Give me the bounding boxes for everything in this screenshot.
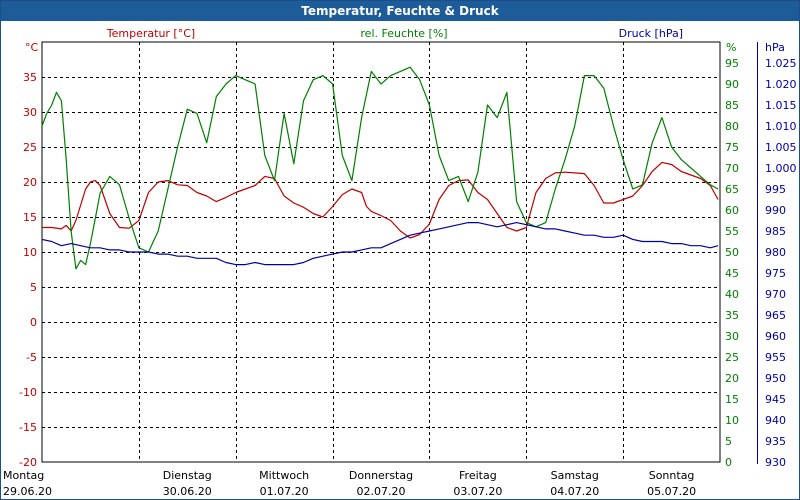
axis-left-temperature: -20 -15 -10 -5 0 5 10 15 20 25 30 35 [19, 71, 37, 469]
tick-label-pressure: 940 [765, 414, 786, 427]
axis-unit-temperature: °C [25, 41, 39, 54]
axis-unit-humidity: % [726, 41, 736, 54]
x-label-day: Dienstag [163, 469, 212, 482]
tick-label-pressure: 1.010 [765, 120, 797, 133]
tick-label-temperature: -5 [26, 351, 37, 364]
tick-label-humidity: 40 [725, 288, 739, 301]
tick-label-humidity: 30 [725, 330, 739, 343]
tick-label-humidity: 70 [725, 162, 739, 175]
tick-label-temperature: 30 [23, 106, 37, 119]
tick-label-humidity: 20 [725, 372, 739, 385]
tick-label-humidity: 65 [725, 183, 739, 196]
tick-label-humidity: 85 [725, 99, 739, 112]
tick-label-humidity: 95 [725, 57, 739, 70]
tick-label-pressure: 1.000 [765, 162, 797, 175]
x-label-date: 03.07.20 [453, 485, 502, 498]
tick-label-temperature: 25 [23, 141, 37, 154]
tick-label-temperature: 35 [23, 71, 37, 84]
tick-label-humidity: 55 [725, 225, 739, 238]
axis-right-pressure: 930 935 940 945 950 955 960 965 970 975 980 985 990 9… [757, 42, 797, 469]
tick-label-temperature: 10 [23, 246, 37, 259]
series-pressure-line [41, 222, 719, 266]
tick-label-pressure: 985 [765, 225, 786, 238]
chart-window: Temperatur, Feuchte & Druck -20 -15 -10 -5 0… [0, 0, 800, 500]
tick-label-temperature: 20 [23, 176, 37, 189]
tick-label-pressure: 955 [765, 351, 786, 364]
tick-label-pressure: 980 [765, 246, 786, 259]
series-temperature-line [42, 161, 719, 239]
tick-label-humidity: 15 [725, 393, 739, 406]
tick-label-humidity: 60 [725, 204, 739, 217]
legend-temperature: Temperatur [°C] [106, 27, 195, 40]
series-humidity-line [41, 66, 719, 270]
tick-label-pressure: 990 [765, 204, 786, 217]
tick-label-pressure: 975 [765, 267, 786, 280]
tick-label-pressure: 935 [765, 435, 786, 448]
x-label-day: Freitag [459, 469, 497, 482]
series-layer [41, 66, 719, 270]
x-label-day: Samstag [551, 469, 599, 482]
tick-label-humidity: 25 [725, 351, 739, 364]
tick-label-pressure: 950 [765, 372, 786, 385]
x-label-date: 04.07.20 [550, 485, 599, 498]
tick-label-humidity: 90 [725, 78, 739, 91]
legend-humidity: rel. Feuchte [%] [360, 27, 447, 40]
x-label-day: Montag [3, 469, 44, 482]
tick-label-temperature: -15 [19, 421, 37, 434]
x-label-date: 02.07.20 [357, 485, 406, 498]
tick-label-pressure: 970 [765, 288, 786, 301]
tick-label-humidity: 35 [725, 309, 739, 322]
tick-label-pressure: 965 [765, 309, 786, 322]
tick-label-humidity: 5 [725, 435, 732, 448]
x-label-date: 29.06.20 [3, 485, 52, 498]
tick-label-temperature: 5 [30, 281, 37, 294]
tick-label-temperature: -10 [19, 386, 37, 399]
x-label-day: Sonntag [649, 469, 695, 482]
axis-unit-pressure: hPa [765, 41, 785, 54]
chart-canvas: -20 -15 -10 -5 0 5 10 15 20 25 30 35 0 5 10 15 20 25 30 35… [3, 27, 797, 498]
x-label-date: 01.07.20 [260, 485, 309, 498]
tick-label-temperature: 0 [30, 316, 37, 329]
tick-label-humidity: 45 [725, 267, 739, 280]
tick-label-humidity: 75 [725, 141, 739, 154]
tick-label-pressure: 1.020 [765, 78, 797, 91]
x-label-day: Donnerstag [349, 469, 413, 482]
tick-label-temperature: -20 [19, 456, 37, 469]
x-label-day: Mittwoch [259, 469, 309, 482]
tick-label-pressure: 960 [765, 330, 786, 343]
x-label-date: 30.06.20 [163, 485, 212, 498]
tick-label-pressure: 930 [765, 456, 786, 469]
tick-label-pressure: 995 [765, 183, 786, 196]
tick-label-humidity: 50 [725, 246, 739, 259]
tick-label-pressure: 1.025 [765, 57, 797, 70]
legend-pressure: Druck [hPa] [619, 27, 683, 40]
tick-label-humidity: 0 [725, 456, 732, 469]
axis-x-days: Montag 29.06.20 Dienstag 30.06.20 Mittwoch 01… [3, 469, 696, 498]
tick-label-temperature: 15 [23, 211, 37, 224]
axis-right-humidity: 0 5 10 15 20 25 30 35 40 45 50 55 60 65 70 75 80 85 90 95 [725, 57, 739, 469]
tick-label-pressure: 1.015 [765, 99, 797, 112]
tick-label-pressure: 1.005 [765, 141, 797, 154]
x-label-date: 05.07.20 [647, 485, 696, 498]
tick-label-humidity: 10 [725, 414, 739, 427]
tick-label-pressure: 945 [765, 393, 786, 406]
tick-label-humidity: 80 [725, 120, 739, 133]
